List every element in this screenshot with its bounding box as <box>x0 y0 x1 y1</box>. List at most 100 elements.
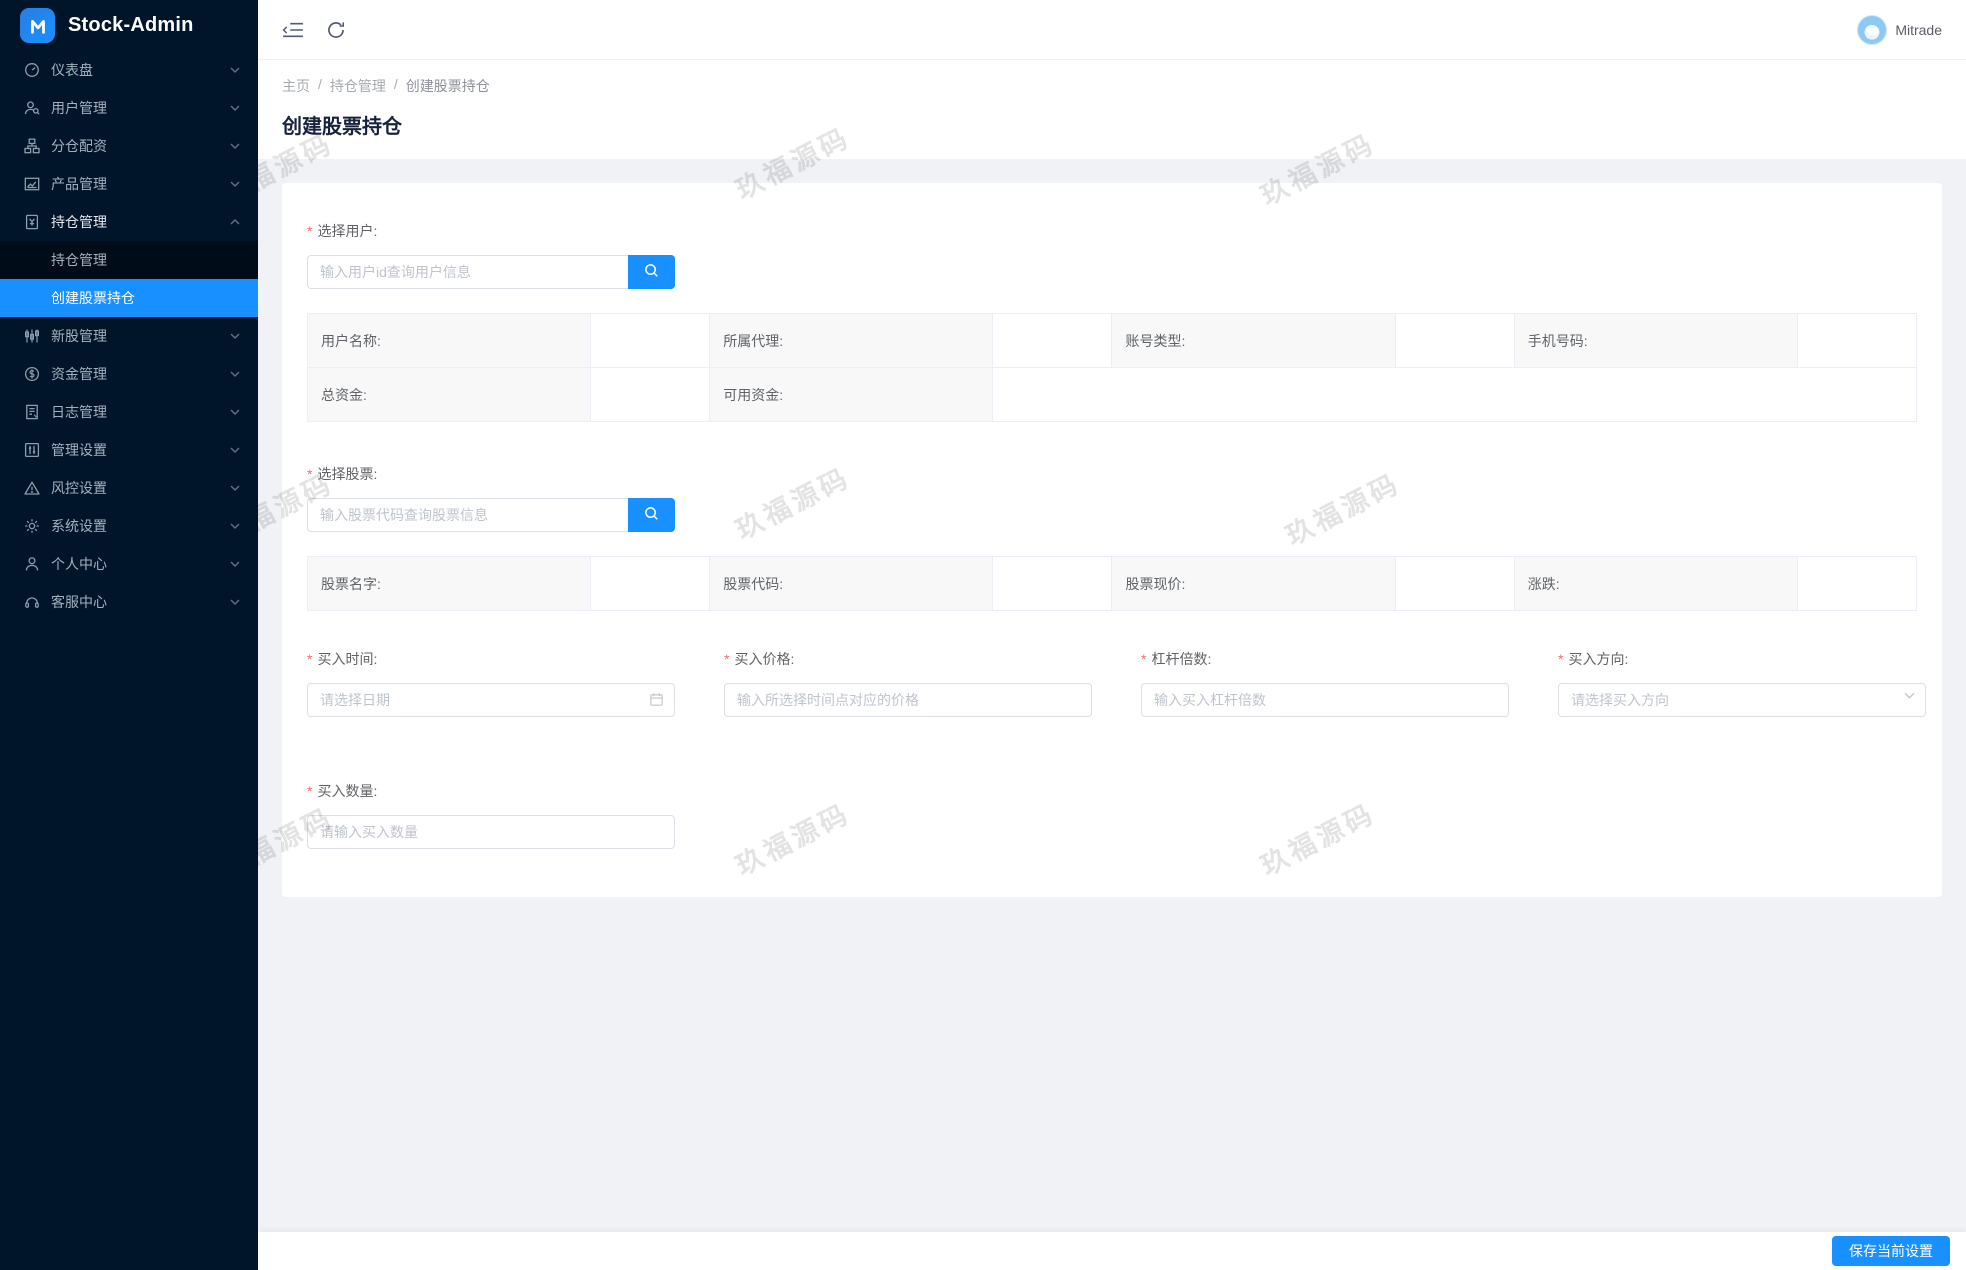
chevron-down-icon <box>230 105 240 111</box>
search-icon <box>644 263 659 281</box>
chevron-down-icon <box>230 409 240 415</box>
sidebar-subitem-position-management[interactable]: 持仓管理 <box>0 241 258 279</box>
buy-quantity-label: 买入数量: <box>317 781 377 801</box>
required-mark: * <box>1558 651 1563 667</box>
stock-name-value <box>591 557 710 611</box>
select-user-label: * 选择用户: <box>307 221 1917 241</box>
stock-search-button[interactable] <box>628 498 675 532</box>
refresh-icon[interactable] <box>326 20 346 40</box>
leverage-input[interactable] <box>1141 683 1509 717</box>
chevron-up-icon <box>230 219 240 225</box>
user-search-group <box>307 255 675 289</box>
position-submenu: 持仓管理 创建股票持仓 <box>0 241 258 317</box>
chevron-down-icon <box>230 599 240 605</box>
sidebar-item-user-management[interactable]: 用户管理 <box>0 89 258 127</box>
sidebar-item-product-management[interactable]: 产品管理 <box>0 165 258 203</box>
breadcrumb-current: 创建股票持仓 <box>406 76 490 96</box>
sidebar-item-ipo-management[interactable]: 新股管理 <box>0 317 258 355</box>
top-header: Mitrade <box>258 0 1966 60</box>
stock-search-input[interactable] <box>307 498 628 532</box>
buy-price-label: 买入价格: <box>734 649 794 669</box>
user-search-button[interactable] <box>628 255 675 289</box>
chevron-down-icon <box>230 523 240 529</box>
stock-price-label: 股票现价: <box>1112 557 1395 611</box>
required-mark: * <box>307 466 312 482</box>
required-mark: * <box>1141 651 1146 667</box>
user-menu[interactable]: Mitrade <box>1857 15 1942 45</box>
agent-label: 所属代理: <box>710 314 993 368</box>
candlestick-icon <box>24 328 40 344</box>
content-area: * 选择用户: 用户名称: 所属代理: 账号类型: 手机号码: 总资金: <box>258 159 1966 1232</box>
buy-quantity-field: * 买入数量: <box>307 781 1917 849</box>
stock-name-label: 股票名字: <box>308 557 591 611</box>
buy-price-input[interactable] <box>724 683 1092 717</box>
leverage-field: * 杠杆倍数: <box>1141 649 1509 717</box>
sidebar-menu: 仪表盘 用户管理 分仓配资 产品管理 持仓管理 持仓管理 创建股票持仓 <box>0 51 258 621</box>
sidebar-item-dashboard[interactable]: 仪表盘 <box>0 51 258 89</box>
account-type-label: 账号类型: <box>1112 314 1395 368</box>
breadcrumb-separator: / <box>318 76 322 96</box>
breadcrumb-position-management[interactable]: 持仓管理 <box>330 76 386 96</box>
breadcrumb: 主页 / 持仓管理 / 创建股票持仓 <box>282 76 1942 96</box>
page-header: 主页 / 持仓管理 / 创建股票持仓 创建股票持仓 <box>258 60 1966 159</box>
select-stock-label: * 选择股票: <box>307 464 1917 484</box>
avatar <box>1857 15 1887 45</box>
profile-icon <box>24 556 40 572</box>
sidebar-item-admin-settings[interactable]: 管理设置 <box>0 431 258 469</box>
sidebar-item-position-management[interactable]: 持仓管理 <box>0 203 258 241</box>
user-search-input[interactable] <box>307 255 628 289</box>
sidebar-item-sub-account[interactable]: 分仓配资 <box>0 127 258 165</box>
app-logo-icon <box>20 8 55 43</box>
available-funds-label: 可用资金: <box>710 368 993 422</box>
chevron-down-icon <box>230 561 240 567</box>
leverage-label: 杠杆倍数: <box>1151 649 1211 669</box>
page-title: 创建股票持仓 <box>282 110 1942 139</box>
account-type-value <box>1396 314 1515 368</box>
chevron-down-icon <box>230 181 240 187</box>
required-mark: * <box>307 651 312 667</box>
admin-settings-icon <box>24 442 40 458</box>
buy-fields-row: * 买入时间: * 买入价格: <box>307 649 1917 717</box>
buy-time-field: * 买入时间: <box>307 649 675 717</box>
breadcrumb-home[interactable]: 主页 <box>282 76 310 96</box>
sidebar-item-funds-management[interactable]: 资金管理 <box>0 355 258 393</box>
sidebar-subitem-create-stock-position[interactable]: 创建股票持仓 <box>0 279 258 317</box>
username-label: Mitrade <box>1895 22 1942 38</box>
money-icon <box>24 366 40 382</box>
footer-bar: 保存当前设置 <box>258 1232 1966 1270</box>
buy-time-label: 买入时间: <box>317 649 377 669</box>
phone-label: 手机号码: <box>1515 314 1798 368</box>
sidebar-item-log-management[interactable]: 日志管理 <box>0 393 258 431</box>
sidebar-item-support-center[interactable]: 客服中心 <box>0 583 258 621</box>
total-funds-value <box>591 368 710 422</box>
save-settings-button[interactable]: 保存当前设置 <box>1832 1236 1950 1266</box>
buy-direction-label: 买入方向: <box>1568 649 1628 669</box>
buy-time-input[interactable] <box>307 683 675 717</box>
chevron-down-icon <box>230 371 240 377</box>
stock-price-value <box>1396 557 1515 611</box>
chevron-down-icon <box>230 143 240 149</box>
chart-icon <box>24 176 40 192</box>
agent-value <box>993 314 1112 368</box>
available-funds-value <box>993 368 1917 422</box>
cluster-icon <box>24 138 40 154</box>
buy-quantity-input[interactable] <box>307 815 675 849</box>
buy-price-field: * 买入价格: <box>724 649 1092 717</box>
chevron-down-icon <box>230 333 240 339</box>
sidebar: Stock-Admin 仪表盘 用户管理 分仓配资 产品管理 持仓管理 <box>0 0 258 1270</box>
sidebar-item-risk-settings[interactable]: 风控设置 <box>0 469 258 507</box>
form-card: * 选择用户: 用户名称: 所属代理: 账号类型: 手机号码: 总资金: <box>282 183 1942 897</box>
sidebar-item-profile-center[interactable]: 个人中心 <box>0 545 258 583</box>
sidebar-item-system-settings[interactable]: 系统设置 <box>0 507 258 545</box>
main-area: Mitrade 主页 / 持仓管理 / 创建股票持仓 创建股票持仓 * 选择用户… <box>258 0 1966 1270</box>
support-icon <box>24 594 40 610</box>
app-title: Stock-Admin <box>68 14 194 37</box>
stock-search-group <box>307 498 675 532</box>
total-funds-label: 总资金: <box>308 368 591 422</box>
menu-fold-icon[interactable] <box>282 21 304 39</box>
app-logo[interactable]: Stock-Admin <box>0 0 258 51</box>
system-settings-icon <box>24 518 40 534</box>
position-icon <box>24 214 40 230</box>
chevron-down-icon <box>230 67 240 73</box>
buy-direction-select[interactable]: 请选择买入方向 <box>1558 683 1926 717</box>
